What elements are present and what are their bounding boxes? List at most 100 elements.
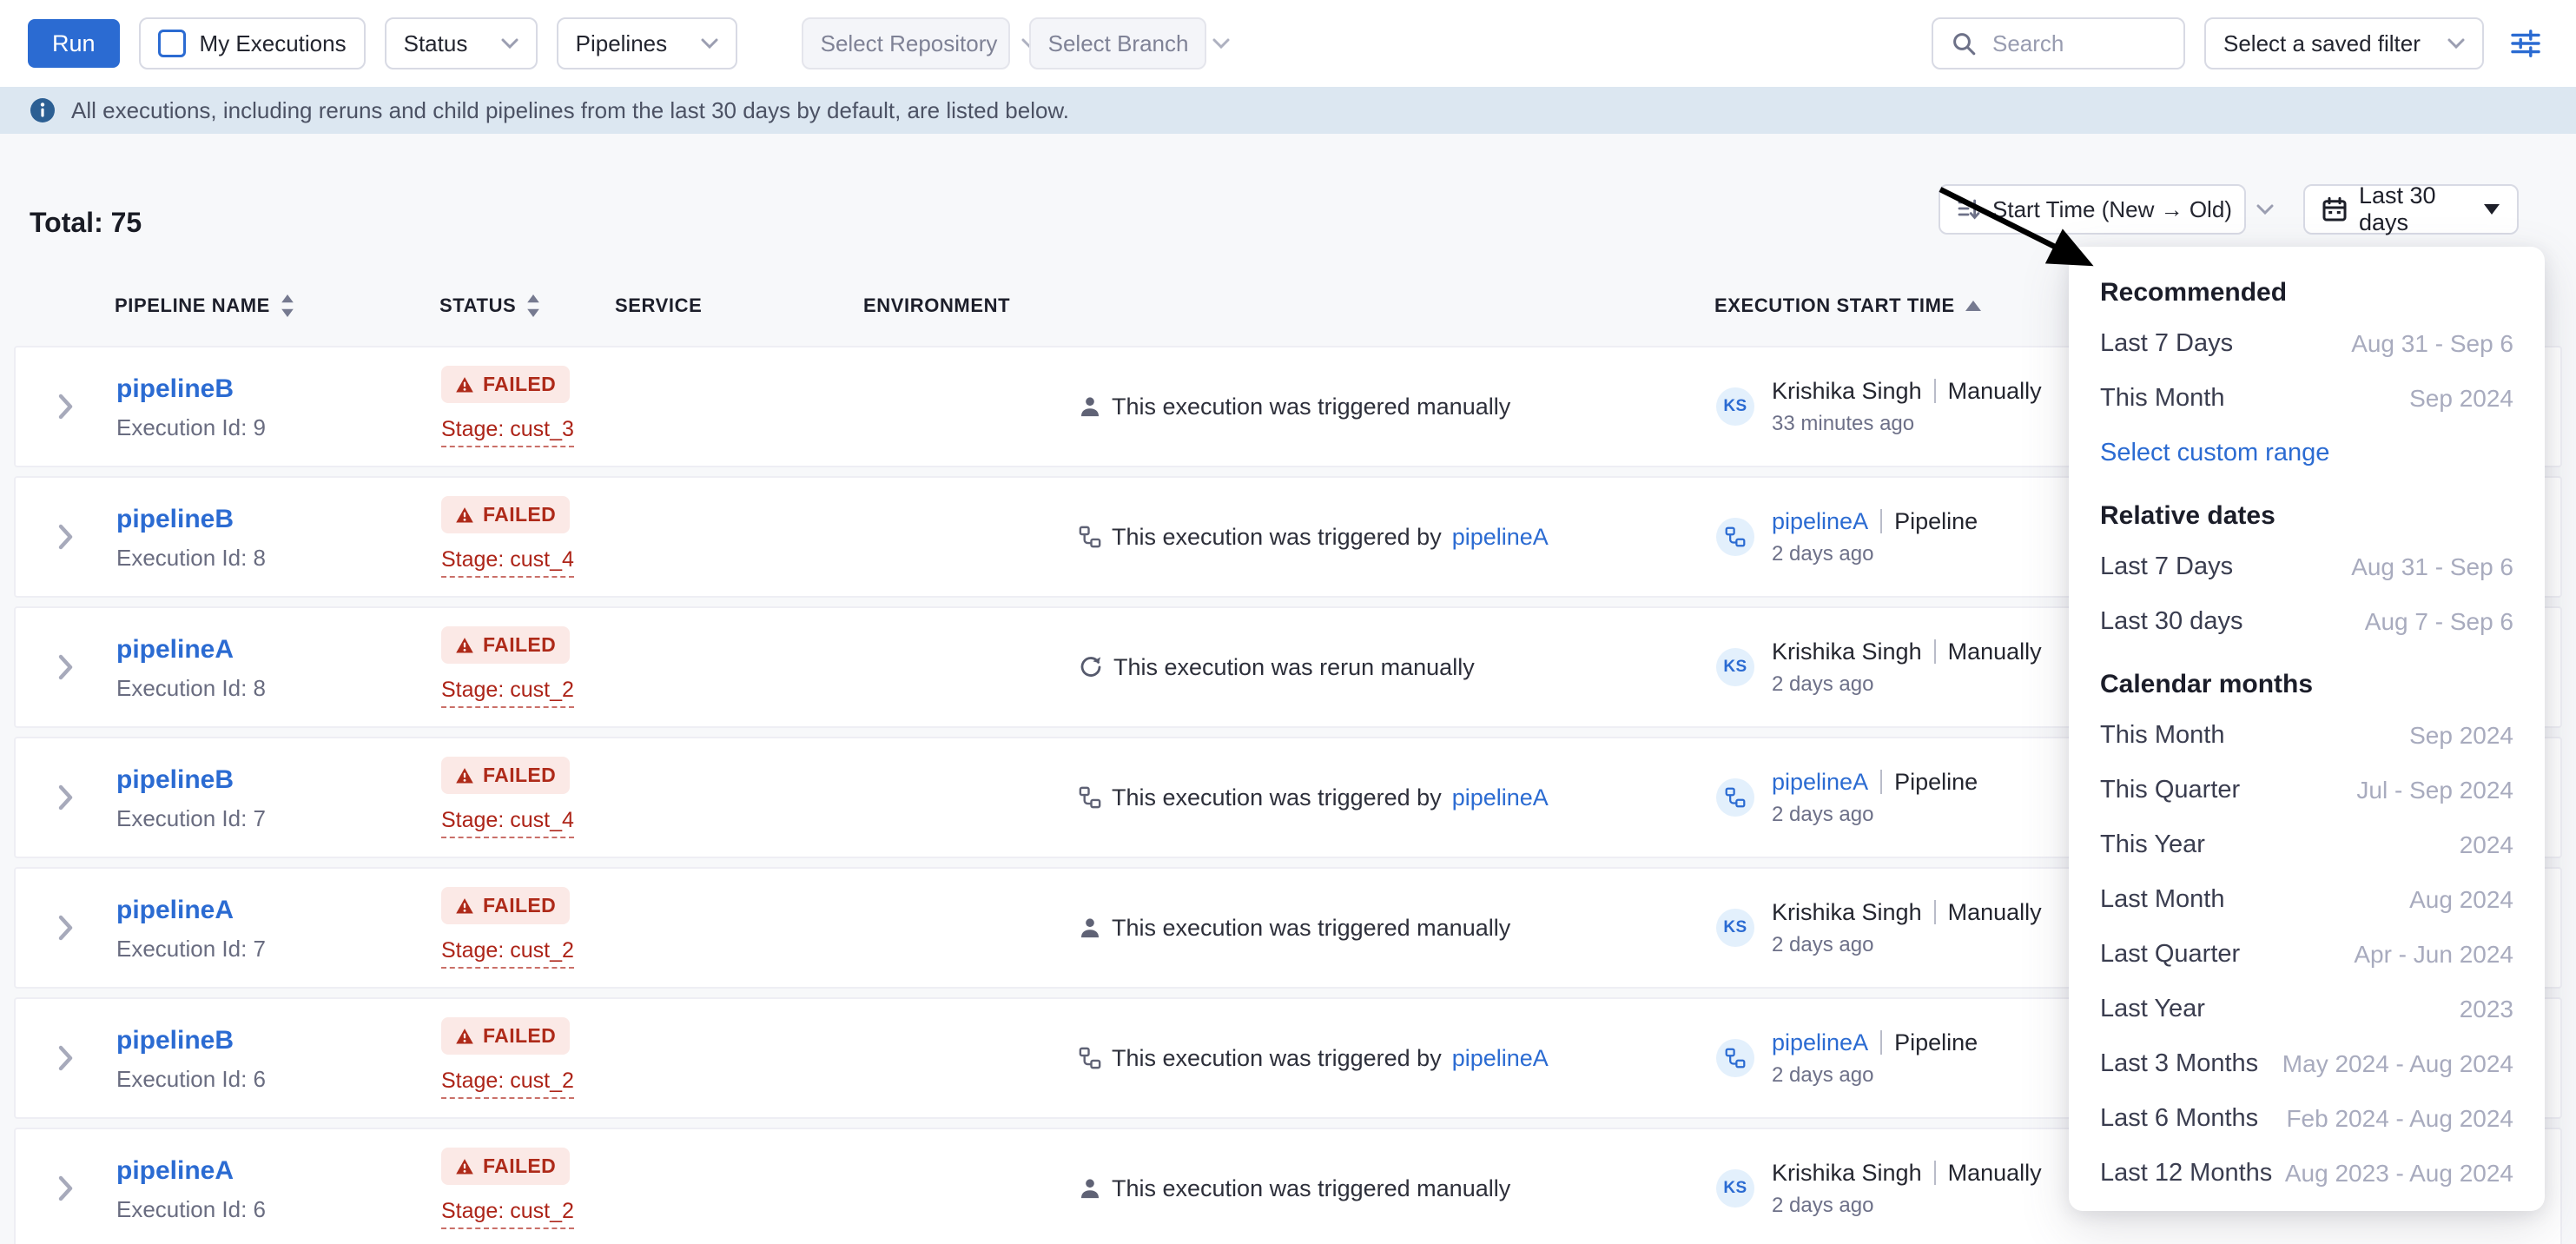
trigger-text: This execution was triggered by (1112, 524, 1442, 551)
failed-stage-link[interactable]: Stage: cust_4 (441, 547, 574, 578)
pipelines-filter-dropdown[interactable]: Pipelines (557, 17, 737, 69)
status-badge: FAILED (441, 366, 570, 403)
date-menu-item-range: Jul - Sep 2024 (2356, 777, 2513, 804)
date-menu-item-range: 2024 (2460, 831, 2513, 859)
starter-type: Pipeline (1894, 769, 1978, 796)
caret-down-icon (2484, 204, 2500, 215)
date-menu-item-label: Last Quarter (2100, 940, 2240, 969)
date-menu-item[interactable]: This Month Sep 2024 (2069, 708, 2545, 763)
date-menu-item[interactable]: Last Year 2023 (2069, 982, 2545, 1036)
date-menu-item[interactable]: Last Quarter Apr - Jun 2024 (2069, 927, 2545, 982)
expand-row-button[interactable] (16, 784, 116, 811)
date-menu-item[interactable]: Last 7 Days Aug 31 - Sep 6 (2069, 316, 2545, 371)
starter-name: pipelineA (1772, 1029, 1868, 1056)
column-header-pipeline-name[interactable]: PIPELINE NAME (115, 294, 439, 317)
sort-icon (1958, 198, 1980, 221)
avatar-initials: KS (1723, 658, 1747, 677)
pipeline-name-link[interactable]: pipelineB (116, 505, 234, 534)
select-branch-label: Select Branch (1048, 30, 1189, 57)
status-badge: FAILED (441, 887, 570, 924)
status-filter-dropdown[interactable]: Status (385, 17, 538, 69)
expand-row-button[interactable] (16, 1175, 116, 1201)
select-repository-dropdown[interactable]: Select Repository (802, 17, 1010, 69)
avatar-pipeline-icon (1725, 1048, 1746, 1069)
time-ago: 2 days ago (1772, 1063, 1978, 1088)
date-menu-item[interactable]: Last 6 Months Feb 2024 - Aug 2024 (2069, 1091, 2545, 1146)
trigger-pipeline-link[interactable]: pipelineA (1452, 784, 1549, 811)
date-menu-item-label: This Month (2100, 721, 2224, 750)
date-range-menu: Recommended Last 7 Days Aug 31 - Sep 6 T… (2069, 247, 2545, 1211)
pipeline-name-link[interactable]: pipelineA (116, 896, 234, 925)
execution-id: Execution Id: 8 (116, 545, 441, 572)
info-banner-text: All executions, including reruns and chi… (71, 97, 1069, 124)
date-menu-item[interactable]: Last 12 Months Aug 2023 - Aug 2024 (2069, 1146, 2545, 1201)
trigger-text: This execution was rerun manually (1113, 654, 1475, 681)
search-box[interactable] (1932, 17, 2185, 69)
select-branch-dropdown[interactable]: Select Branch (1029, 17, 1206, 69)
date-menu-item-range: Aug 2023 - Aug 2024 (2285, 1160, 2513, 1188)
column-header-status[interactable]: STATUS (439, 294, 615, 317)
date-menu-item-label: Last 3 Months (2100, 1049, 2258, 1078)
failed-stage-link[interactable]: Stage: cust_3 (441, 417, 574, 447)
my-executions-checkbox[interactable] (158, 30, 186, 57)
pipeline-name-link[interactable]: pipelineB (116, 765, 234, 795)
date-menu-item[interactable]: This Month Sep 2024 (2069, 371, 2545, 426)
expand-row-button[interactable] (16, 1045, 116, 1071)
pipeline-name-link[interactable]: pipelineB (116, 1026, 234, 1055)
date-range-button[interactable]: Last 30 days (2303, 184, 2519, 235)
date-menu-item[interactable]: This Year 2024 (2069, 817, 2545, 872)
sort-dropdown[interactable]: Start Time (New → Old) (1939, 184, 2246, 235)
execution-id: Execution Id: 7 (116, 936, 441, 963)
column-header-environment: ENVIRONMENT (863, 294, 1032, 317)
chevron-right-icon (58, 394, 74, 420)
date-menu-section: Relative dates Last 7 Days Aug 31 - Sep … (2069, 480, 2545, 649)
pipeline-name-cell: pipelineB Execution Id: 7 (116, 763, 441, 832)
trigger-info-cell: This execution was rerun manually (1034, 654, 1668, 681)
search-input[interactable] (1989, 29, 2166, 59)
chevron-right-icon (58, 524, 74, 550)
pipeline-name-link[interactable]: pipelineB (116, 374, 234, 404)
failed-stage-link[interactable]: Stage: cust_4 (441, 808, 574, 838)
pipeline-name-link[interactable]: pipelineA (116, 1156, 234, 1186)
sort-asc-icon (1965, 301, 1981, 311)
expand-row-button[interactable] (16, 524, 116, 550)
date-menu-item[interactable]: Last Month Aug 2024 (2069, 872, 2545, 927)
date-menu-item[interactable]: Last 3 Months May 2024 - Aug 2024 (2069, 1036, 2545, 1091)
date-menu-item[interactable]: This Quarter Jul - Sep 2024 (2069, 763, 2545, 817)
trigger-pipeline-link[interactable]: pipelineA (1452, 1045, 1549, 1072)
date-menu-item-range: Feb 2024 - Aug 2024 (2286, 1105, 2513, 1133)
date-menu-item-range: May 2024 - Aug 2024 (2282, 1050, 2513, 1078)
date-menu-item[interactable]: Last 7 Days Aug 31 - Sep 6 (2069, 539, 2545, 594)
warning-triangle-icon (455, 1158, 474, 1175)
saved-filter-dropdown[interactable]: Select a saved filter (2204, 17, 2484, 69)
expand-row-button[interactable] (16, 654, 116, 680)
sort-both-icon[interactable] (281, 294, 294, 317)
trigger-info-cell: This execution was triggered by pipeline… (1034, 524, 1668, 551)
pipeline-name-link[interactable]: pipelineA (116, 635, 234, 665)
status-text: FAILED (483, 1155, 556, 1178)
run-button[interactable]: Run (28, 19, 120, 68)
chevron-right-icon (58, 1175, 74, 1201)
failed-stage-link[interactable]: Stage: cust_2 (441, 1199, 574, 1229)
separator (1880, 1030, 1882, 1055)
my-executions-toggle[interactable]: My Executions (139, 17, 366, 69)
sort-both-icon[interactable] (526, 294, 540, 317)
chevron-right-icon (58, 1045, 74, 1071)
time-ago: 2 days ago (1772, 672, 2042, 697)
trigger-info-cell: This execution was triggered by pipeline… (1034, 784, 1668, 811)
failed-stage-link[interactable]: Stage: cust_2 (441, 678, 574, 708)
date-menu-item[interactable]: Last 30 days Aug 7 - Sep 6 (2069, 594, 2545, 649)
date-menu-item-label: Last Year (2100, 995, 2205, 1023)
expand-row-button[interactable] (16, 394, 116, 420)
status-badge: FAILED (441, 496, 570, 533)
date-menu-item-range: Sep 2024 (2409, 722, 2513, 750)
date-menu-item[interactable]: Select custom range (2069, 426, 2545, 480)
filter-settings-button[interactable] (2503, 21, 2548, 66)
failed-stage-link[interactable]: Stage: cust_2 (441, 938, 574, 969)
separator (1934, 1161, 1936, 1185)
expand-row-button[interactable] (16, 915, 116, 941)
failed-stage-link[interactable]: Stage: cust_2 (441, 1069, 574, 1099)
trigger-text: This execution was triggered manually (1112, 915, 1510, 942)
trigger-pipeline-link[interactable]: pipelineA (1452, 524, 1549, 551)
separator (1934, 639, 1936, 664)
